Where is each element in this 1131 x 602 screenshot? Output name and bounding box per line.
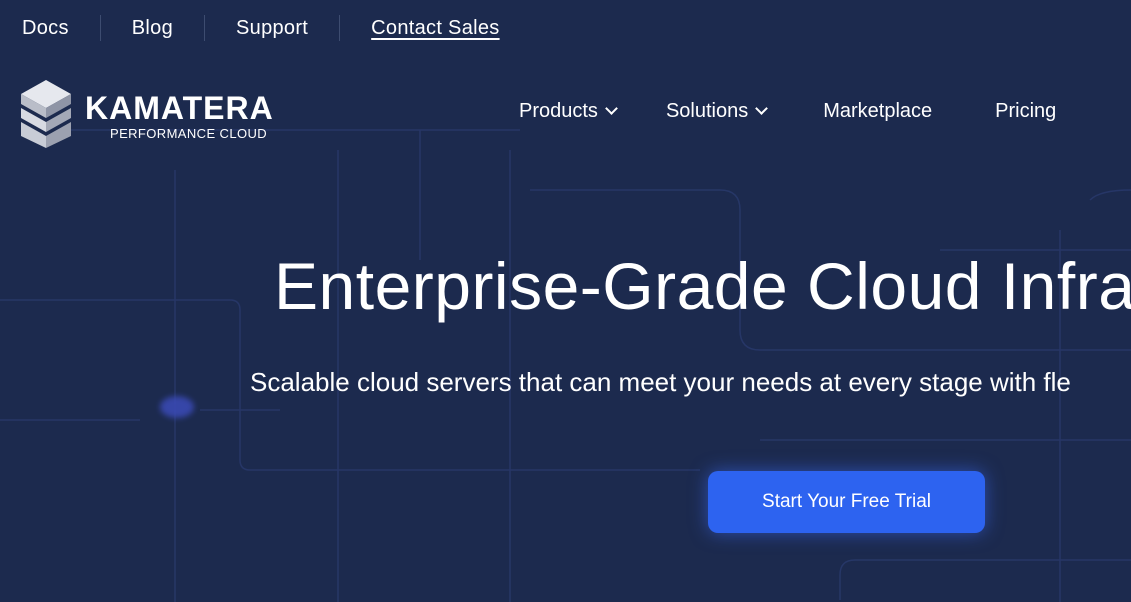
topbar-link-blog[interactable]: Blog xyxy=(101,14,204,42)
brand-logo[interactable]: KAMATERA PERFORMANCE CLOUD xyxy=(21,80,274,150)
main-navigation: Products Solutions Marketplace Pricing xyxy=(519,100,1056,123)
nav-item-label: Pricing xyxy=(995,100,1057,122)
nav-item-pricing[interactable]: Pricing xyxy=(995,100,1056,123)
brand-name: KAMATERA xyxy=(85,90,274,126)
nav-item-label: Marketplace xyxy=(823,100,933,122)
stacked-cube-logo-icon xyxy=(21,80,71,148)
hero-subtitle: Scalable cloud servers that can meet you… xyxy=(250,367,1071,397)
topbar-link-support[interactable]: Support xyxy=(205,14,339,42)
brand-tagline: PERFORMANCE CLOUD xyxy=(110,126,268,141)
chevron-down-icon xyxy=(605,102,618,115)
nav-item-label: Products xyxy=(519,100,598,122)
topbar-link-contact-sales[interactable]: Contact Sales xyxy=(340,14,530,42)
chevron-down-icon xyxy=(755,102,769,115)
nav-item-solutions[interactable]: Solutions xyxy=(665,100,769,123)
hero-title: Enterprise-Grade Cloud Infra xyxy=(274,249,1131,323)
nav-item-label: Solutions xyxy=(665,100,749,122)
start-free-trial-button[interactable]: Start Your Free Trial xyxy=(708,471,985,533)
top-utility-bar: Docs Blog Support Contact Sales xyxy=(0,0,531,56)
page: Docs Blog Support Contact Sales KAMATERA… xyxy=(0,0,1131,602)
topbar-link-docs[interactable]: Docs xyxy=(0,14,100,42)
nav-item-products[interactable]: Products xyxy=(519,100,618,123)
nav-item-marketplace[interactable]: Marketplace xyxy=(823,100,932,123)
background-glow-dot xyxy=(160,396,194,418)
